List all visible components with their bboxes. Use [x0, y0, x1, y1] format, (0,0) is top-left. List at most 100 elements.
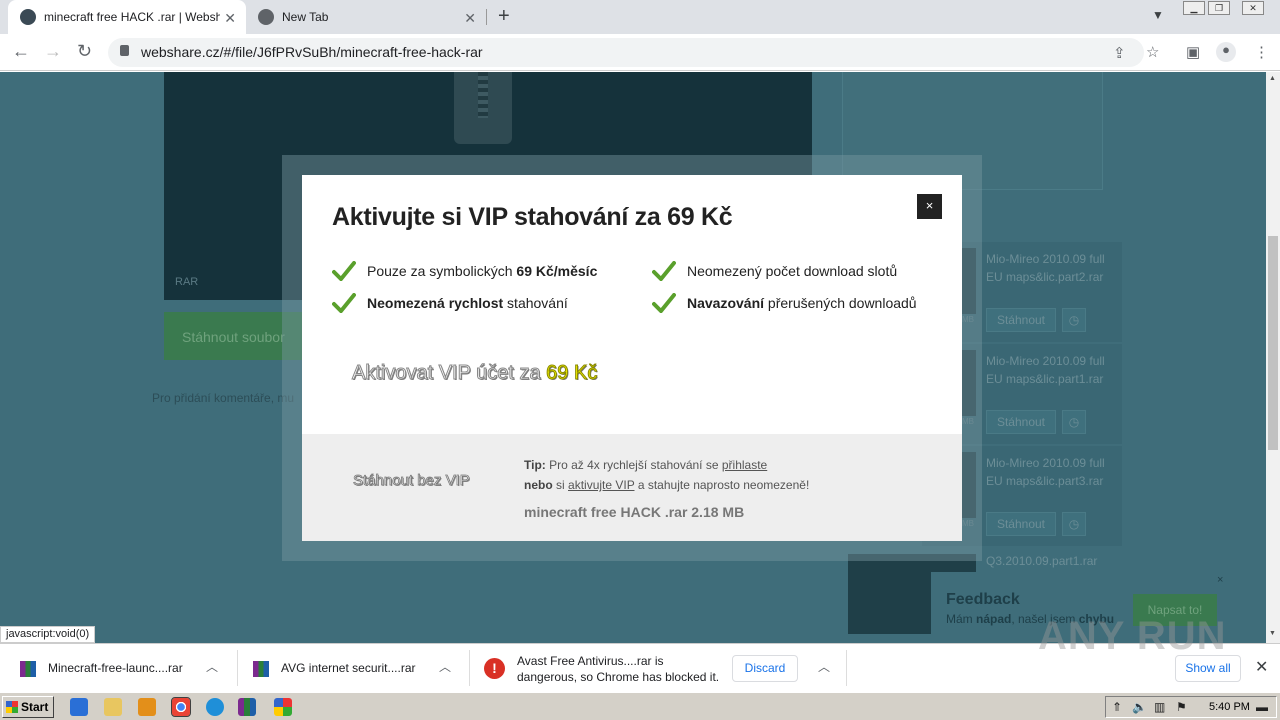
network-icon[interactable]: ▥ — [1154, 700, 1165, 714]
scroll-up-arrow-icon[interactable]: ▲ — [1269, 75, 1276, 82]
feedback-close-icon[interactable]: × — [1217, 574, 1223, 586]
related-file-name[interactable]: Mio-Mireo 2010.09 full EU maps&lic.part2… — [986, 250, 1121, 286]
feature-slots: Neomezený počet download slotů — [687, 263, 898, 279]
scrollbar-thumb[interactable] — [1268, 236, 1278, 450]
blocked-item-menu[interactable]: ︿ — [818, 644, 838, 693]
shelf-divider — [469, 650, 470, 686]
related-file-name[interactable]: Mio-Mireo 2010.09 full EU maps&lic.part1… — [986, 352, 1121, 388]
checkmark-icon — [332, 293, 356, 313]
action-center-flag-icon[interactable]: ⚑ — [1176, 700, 1187, 714]
share-icon[interactable]: ⇪ — [1113, 44, 1126, 62]
download-filename: AVG internet securit....rar — [281, 661, 416, 675]
new-tab-plus-icon[interactable]: + — [498, 5, 510, 28]
activate-vip-link[interactable]: Aktivovat VIP účet za 69 Kč — [351, 362, 597, 385]
danger-warning-icon: ! — [484, 658, 505, 679]
restore-window-button[interactable]: ❐ — [1208, 1, 1230, 15]
edge-icon[interactable] — [206, 698, 224, 716]
tab-new-tab[interactable]: New Tab ✕ — [246, 0, 486, 34]
status-url: javascript:void(0) — [0, 626, 96, 643]
tab-search-chevron-icon[interactable]: ▼ — [1152, 8, 1164, 22]
tip-text: Tip: Pro až 4x rychlejší stahování se př… — [524, 458, 810, 492]
chevron-up-icon[interactable]: ︿ — [439, 658, 451, 675]
download-item[interactable]: Minecraft-free-launc....rar ︿ — [20, 644, 235, 693]
clock-icon[interactable]: ◷ — [1062, 410, 1086, 434]
feature-price: Pouze za symbolických 69 Kč/měsíc — [367, 263, 598, 279]
forward-arrow-icon[interactable]: → — [44, 41, 62, 62]
winrar-file-icon — [253, 661, 269, 677]
feature-speed: Neomezená rychlost stahování — [367, 295, 568, 311]
close-window-button[interactable]: ✕ — [1242, 1, 1264, 15]
related-file-name[interactable]: Q3.2010.09.part1.rar — [986, 554, 1097, 568]
related-file-download-button[interactable]: Stáhnout — [986, 308, 1056, 332]
activate-vip-inline-link[interactable]: aktivujte VIP — [568, 478, 634, 492]
menu-kebab-icon[interactable]: ⋮ — [1254, 43, 1269, 61]
side-panel-icon[interactable]: ▣ — [1186, 43, 1200, 61]
close-tab-icon[interactable]: ✕ — [224, 10, 236, 27]
feedback-title: Feedback — [946, 591, 1020, 608]
download-without-vip-link[interactable]: Stáhnout bez VIP — [353, 472, 471, 490]
close-shelf-icon[interactable]: ✕ — [1255, 657, 1268, 677]
chevron-up-icon[interactable]: ︿ — [818, 658, 830, 675]
reload-icon[interactable]: ↻ — [77, 41, 92, 62]
feature-resume: Navazování přerušených downloadů — [687, 295, 917, 311]
webshare-favicon-icon — [20, 9, 36, 25]
address-bar[interactable]: webshare.cz/#/file/J6fPRvSuBh/minecraft-… — [108, 38, 1159, 67]
volume-icon[interactable]: 🔈 — [1132, 700, 1147, 714]
modal-title: Aktivujte si VIP stahování za 69 Kč — [332, 203, 733, 231]
file-explorer-icon[interactable] — [104, 698, 122, 716]
start-button[interactable]: Start — [2, 696, 54, 718]
chevron-up-icon[interactable]: ︿ — [206, 658, 218, 675]
system-tray: ⇑ 🔈 ▥ ⚑ 5:40 PM ▬ — [1105, 696, 1277, 718]
comment-prompt: Pro přidání komentáře, mu — [152, 391, 295, 405]
media-player-icon[interactable] — [138, 698, 156, 716]
file-name-size: minecraft free HACK .rar 2.18 MB — [524, 504, 745, 520]
windows-taskbar: Start ⇑ 🔈 ▥ ⚑ 5:40 PM ▬ — [0, 692, 1280, 720]
file-type-label: RAR — [175, 276, 199, 288]
anyrun-watermark: ANY RUN — [1038, 614, 1227, 658]
modal-footer: Stáhnout bez VIP Tip: Pro až 4x rychlejš… — [302, 434, 962, 541]
checkmark-icon — [652, 261, 676, 281]
lock-icon[interactable] — [120, 45, 129, 56]
scroll-down-arrow-icon[interactable]: ▼ — [1269, 630, 1276, 637]
tab-webshare[interactable]: minecraft free HACK .rar | Webshare ✕ — [8, 0, 246, 34]
checkmark-icon — [652, 293, 676, 313]
show-desktop-icon[interactable]: ▬ — [1256, 700, 1268, 714]
back-arrow-icon[interactable]: ← — [12, 41, 30, 62]
minimize-window-button[interactable]: ▁ — [1183, 1, 1205, 15]
bookmark-star-icon[interactable]: ☆ — [1146, 43, 1159, 61]
related-file-name[interactable]: Mio-Mireo 2010.09 full EU maps&lic.part3… — [986, 454, 1121, 490]
download-filename: Minecraft-free-launc....rar — [48, 661, 183, 675]
shelf-divider — [237, 650, 238, 686]
windows-flag-icon — [6, 701, 18, 713]
related-file-download-button[interactable]: Stáhnout — [986, 410, 1056, 434]
download-item[interactable]: AVG internet securit....rar ︿ — [253, 644, 468, 693]
internet-explorer-icon[interactable] — [70, 698, 88, 716]
url-text[interactable]: webshare.cz/#/file/J6fPRvSuBh/minecraft-… — [141, 44, 483, 60]
taskbar-clock[interactable]: 5:40 PM — [1209, 701, 1250, 713]
clock-icon[interactable]: ◷ — [1062, 512, 1086, 536]
profile-avatar-icon[interactable]: ● — [1216, 42, 1236, 62]
winrar-icon[interactable] — [238, 698, 256, 716]
tab-title: New Tab — [282, 10, 329, 24]
browser-toolbar: ← → ↻ webshare.cz/#/file/J6fPRvSuBh/mine… — [0, 34, 1280, 71]
checkmark-icon — [332, 261, 356, 281]
discard-button[interactable]: Discard — [732, 655, 798, 682]
windows-app-icon[interactable] — [274, 698, 292, 716]
modal-close-button[interactable]: × — [917, 194, 942, 219]
close-tab-icon[interactable]: ✕ — [464, 10, 476, 27]
tray-expand-icon[interactable]: ⇑ — [1112, 700, 1122, 714]
shelf-divider — [846, 650, 847, 686]
clock-icon[interactable]: ◷ — [1062, 308, 1086, 332]
winrar-file-icon — [20, 661, 36, 677]
related-file-download-button[interactable]: Stáhnout — [986, 512, 1056, 536]
login-link[interactable]: přihlaste — [722, 458, 767, 472]
show-all-downloads-button[interactable]: Show all — [1175, 655, 1241, 682]
chrome-favicon-icon — [258, 9, 274, 25]
chrome-icon[interactable] — [171, 697, 191, 717]
page-content: RAR Stáhnout soubor Pro přidání komentář… — [0, 72, 1266, 643]
vip-modal: Aktivujte si VIP stahování za 69 Kč × Po… — [302, 175, 962, 541]
tab-strip: minecraft free HACK .rar | Webshare ✕ Ne… — [0, 0, 1280, 34]
blocked-download-message: Avast Free Antivirus....rar is dangerous,… — [517, 654, 720, 684]
tab-title: minecraft free HACK .rar | Webshare — [44, 10, 220, 24]
page-scrollbar[interactable]: ▲ ▼ — [1266, 72, 1280, 643]
